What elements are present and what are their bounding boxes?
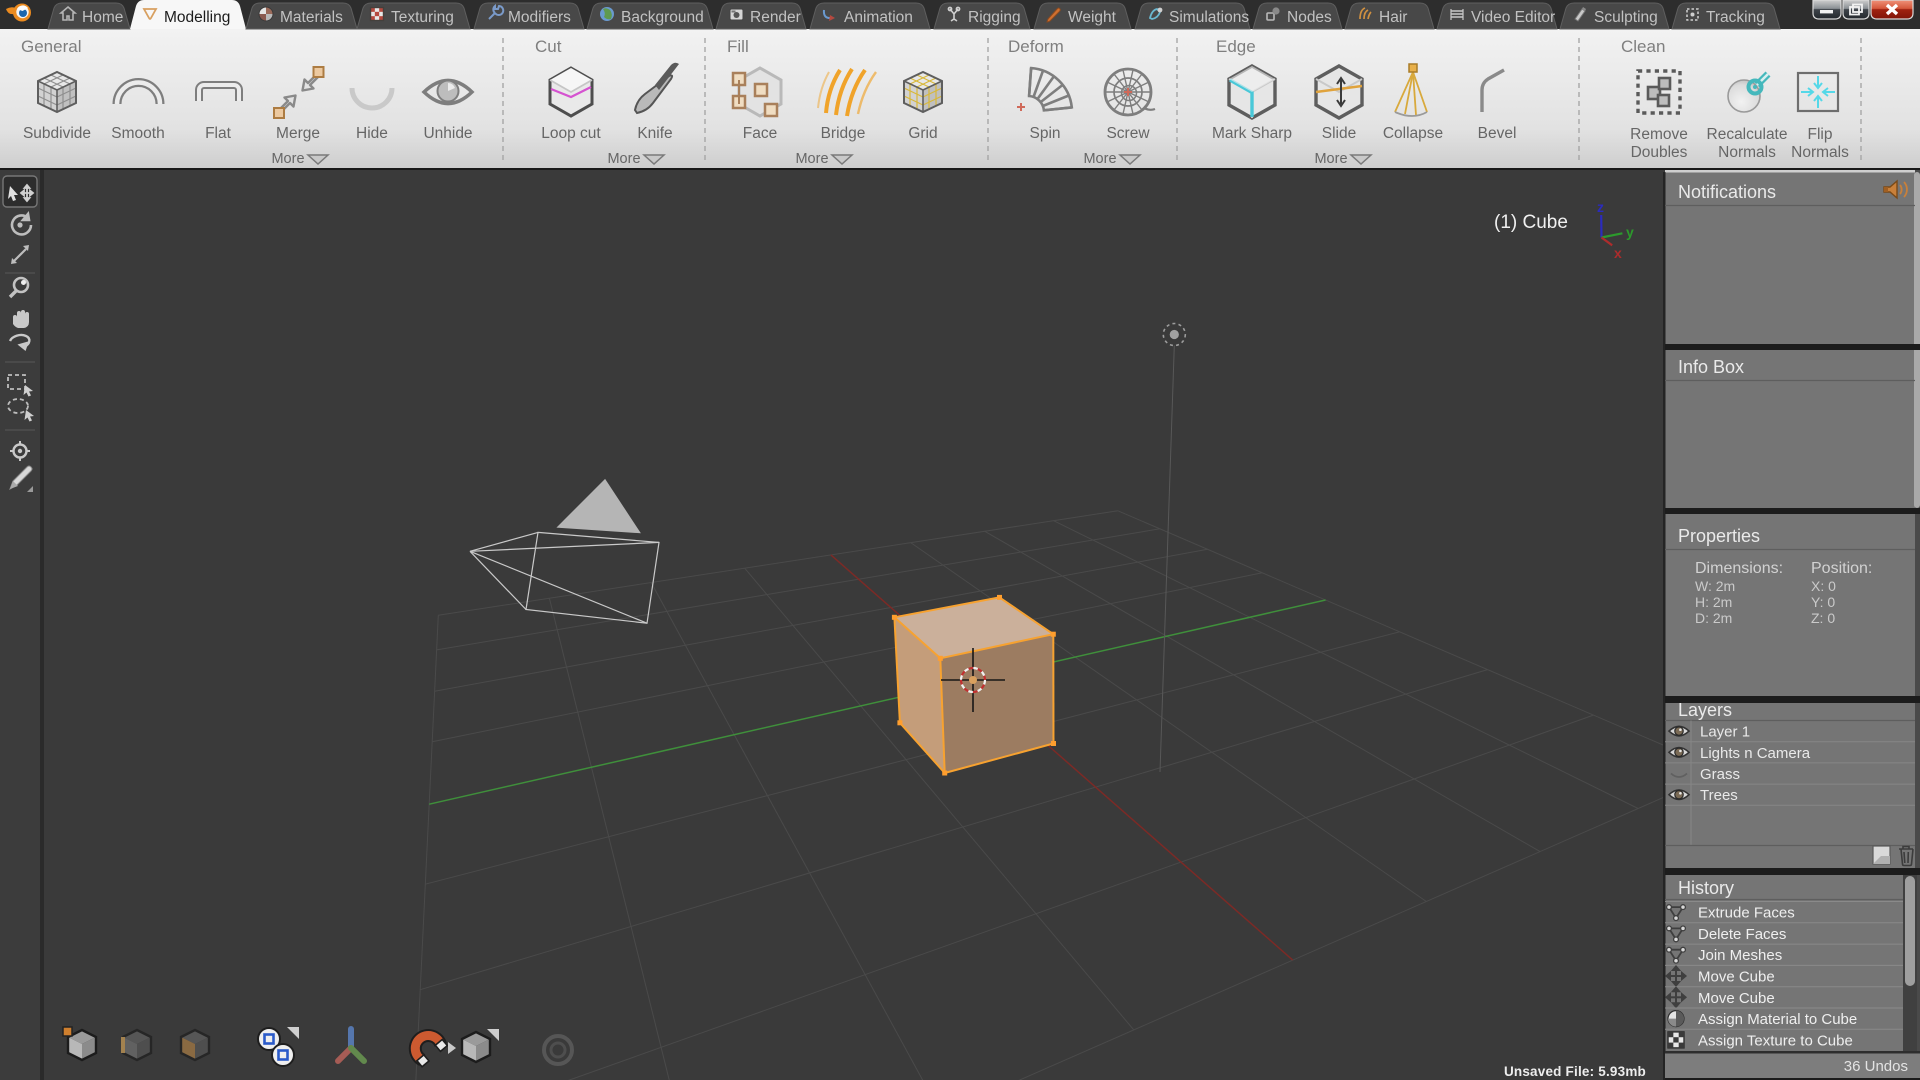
- svg-text:Render: Render: [750, 9, 801, 26]
- svg-text:Position:: Position:: [1811, 560, 1872, 577]
- svg-text:Fill: Fill: [727, 37, 749, 56]
- svg-text:Recalculate: Recalculate: [1707, 126, 1788, 143]
- svg-text:Assign Material to Cube: Assign Material to Cube: [1698, 1011, 1857, 1028]
- svg-text:History: History: [1678, 878, 1734, 898]
- svg-text:Hair: Hair: [1379, 9, 1407, 26]
- svg-text:Modelling: Modelling: [164, 9, 230, 26]
- svg-text:Join Meshes: Join Meshes: [1698, 947, 1782, 964]
- svg-text:Mark Sharp: Mark Sharp: [1212, 125, 1292, 142]
- svg-text:Layers: Layers: [1678, 700, 1732, 720]
- svg-text:X: 0: X: 0: [1811, 578, 1836, 594]
- svg-text:Move Cube: Move Cube: [1698, 969, 1775, 986]
- svg-text:Y: 0: Y: 0: [1811, 594, 1835, 610]
- svg-text:Z: 0: Z: 0: [1811, 610, 1835, 626]
- svg-text:Grid: Grid: [908, 125, 937, 142]
- svg-text:Animation: Animation: [844, 9, 913, 26]
- svg-text:Face: Face: [743, 125, 777, 142]
- svg-text:Bevel: Bevel: [1478, 125, 1517, 142]
- svg-text:More: More: [1314, 151, 1347, 167]
- svg-text:Properties: Properties: [1678, 526, 1760, 546]
- svg-text:Assign Texture to Cube: Assign Texture to Cube: [1698, 1032, 1853, 1049]
- svg-text:Materials: Materials: [280, 9, 343, 26]
- svg-text:Hide: Hide: [356, 125, 388, 142]
- svg-text:Rigging: Rigging: [968, 9, 1021, 26]
- svg-text:Unhide: Unhide: [423, 125, 472, 142]
- svg-text:Simulations: Simulations: [1169, 9, 1249, 26]
- svg-text:y: y: [1626, 224, 1634, 240]
- svg-text:Smooth: Smooth: [111, 125, 164, 142]
- svg-text:More: More: [607, 151, 640, 167]
- svg-text:Spin: Spin: [1029, 125, 1060, 142]
- svg-text:Notifications: Notifications: [1678, 182, 1776, 202]
- svg-text:Deform: Deform: [1008, 37, 1064, 56]
- svg-text:General: General: [21, 37, 81, 56]
- svg-text:Sculpting: Sculpting: [1594, 9, 1658, 26]
- svg-text:Weight: Weight: [1068, 9, 1117, 26]
- svg-text:Texturing: Texturing: [391, 9, 454, 26]
- svg-text:W: 2m: W: 2m: [1695, 578, 1735, 594]
- svg-text:Collapse: Collapse: [1383, 125, 1443, 142]
- svg-text:Background: Background: [621, 9, 704, 26]
- svg-text:Dimensions:: Dimensions:: [1695, 560, 1783, 577]
- svg-text:Slide: Slide: [1322, 125, 1356, 142]
- svg-text:z: z: [1597, 199, 1604, 215]
- svg-text:More: More: [1083, 151, 1116, 167]
- svg-text:Info Box: Info Box: [1678, 357, 1744, 377]
- svg-text:Doubles: Doubles: [1631, 144, 1688, 161]
- svg-text:Normals: Normals: [1718, 144, 1776, 161]
- svg-text:Lights n Camera: Lights n Camera: [1700, 745, 1811, 762]
- svg-text:Flip: Flip: [1808, 126, 1833, 143]
- svg-text:Flat: Flat: [205, 125, 232, 142]
- svg-text:Normals: Normals: [1791, 144, 1849, 161]
- svg-text:H: 2m: H: 2m: [1695, 594, 1732, 610]
- svg-text:D: 2m: D: 2m: [1695, 610, 1732, 626]
- svg-text:Merge: Merge: [276, 125, 320, 142]
- svg-text:Delete Faces: Delete Faces: [1698, 926, 1786, 943]
- svg-text:Extrude Faces: Extrude Faces: [1698, 905, 1795, 922]
- svg-text:Home: Home: [82, 9, 123, 26]
- svg-text:Unsaved File: 5.93mb: Unsaved File: 5.93mb: [1504, 1064, 1646, 1079]
- svg-text:(1) Cube: (1) Cube: [1494, 212, 1568, 233]
- svg-text:Move Cube: Move Cube: [1698, 990, 1775, 1007]
- svg-text:Clean: Clean: [1621, 37, 1665, 56]
- svg-text:Tracking: Tracking: [1706, 9, 1765, 26]
- svg-text:x: x: [1614, 245, 1622, 261]
- svg-text:More: More: [271, 151, 304, 167]
- svg-text:Bridge: Bridge: [821, 125, 866, 142]
- svg-text:Nodes: Nodes: [1287, 9, 1332, 26]
- svg-text:Modifiers: Modifiers: [508, 9, 571, 26]
- svg-text:Loop cut: Loop cut: [541, 125, 601, 142]
- svg-text:Knife: Knife: [637, 125, 672, 142]
- svg-text:36 Undos: 36 Undos: [1844, 1058, 1908, 1075]
- svg-text:Subdivide: Subdivide: [23, 125, 91, 142]
- svg-text:Layer 1: Layer 1: [1700, 724, 1750, 741]
- svg-text:Trees: Trees: [1700, 787, 1738, 804]
- svg-text:Screw: Screw: [1106, 125, 1150, 142]
- svg-text:Cut: Cut: [535, 37, 562, 56]
- svg-text:Remove: Remove: [1630, 126, 1688, 143]
- svg-text:More: More: [795, 151, 828, 167]
- svg-text:Video Editor: Video Editor: [1471, 9, 1555, 26]
- svg-text:Grass: Grass: [1700, 766, 1740, 783]
- svg-text:Edge: Edge: [1216, 37, 1256, 56]
